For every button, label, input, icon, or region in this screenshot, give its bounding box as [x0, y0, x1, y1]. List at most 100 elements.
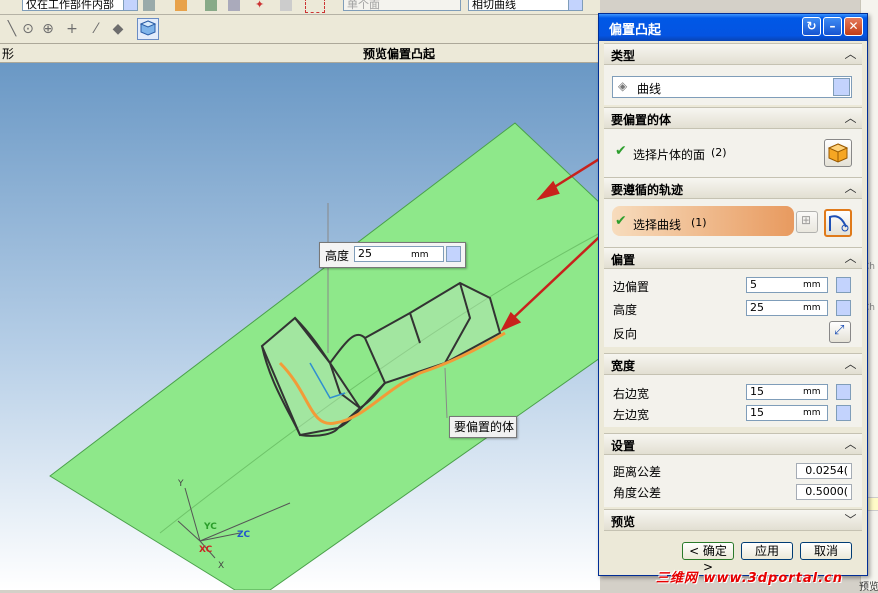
right-width-value: 15 — [750, 385, 764, 398]
center-point-icon[interactable]: ⊕ — [40, 21, 56, 37]
curve-select-icon — [829, 215, 849, 232]
section-preview[interactable]: 预览 ﹀ — [604, 509, 862, 531]
top-toolbar: 仅在工作部件内部 ✦ 单个面 相切曲线 — [0, 0, 600, 15]
close-icon[interactable]: ✕ — [844, 17, 863, 36]
height-unit: mm — [803, 303, 821, 313]
dialog-titlebar[interactable]: 偏置凸起 ↻ – ✕ — [599, 14, 867, 41]
section-path[interactable]: 要遵循的轨迹 ︿ — [604, 177, 862, 199]
height-input[interactable]: 25 mm — [746, 300, 828, 316]
reverse-direction-icon: ⤢ — [834, 323, 845, 338]
undo-icon[interactable] — [205, 0, 217, 11]
axis-y-label: Y — [177, 479, 184, 489]
curve-rule-button[interactable]: ⊞ — [796, 211, 818, 233]
minimize-icon[interactable]: – — [823, 17, 842, 36]
chevron-down-icon[interactable] — [123, 0, 137, 10]
left-width-unit: mm — [803, 408, 821, 418]
apply-button[interactable]: 应用 — [741, 542, 793, 560]
chevron-up-icon[interactable]: ︿ — [842, 356, 859, 372]
edge-offset-spinner[interactable] — [836, 277, 851, 293]
chevron-down-icon[interactable]: ﹀ — [842, 512, 859, 528]
chevron-up-icon[interactable]: ︿ — [842, 250, 859, 266]
dialog-title: 偏置凸起 — [609, 23, 662, 38]
curve-rule-combo[interactable]: 相切曲线 — [468, 0, 583, 11]
height-spinner[interactable] — [836, 300, 851, 316]
existing-point-icon[interactable]: + — [64, 21, 80, 37]
header-left-label: 形 — [2, 47, 15, 61]
cancel-button-label: 取消 — [813, 544, 838, 558]
on-face-icon[interactable]: ◆ — [110, 21, 126, 37]
strip-text-3: 预览 — [859, 582, 878, 593]
apply-button-label: 应用 — [754, 544, 779, 558]
height-value: 25 — [750, 301, 764, 314]
chevron-up-icon[interactable]: ︿ — [842, 180, 859, 196]
filter-icon[interactable] — [143, 0, 155, 11]
end-point-icon[interactable]: ╲ — [4, 21, 20, 37]
angle-tolerance-input[interactable]: 0.5000( — [796, 484, 852, 500]
section-path-title: 要遵循的轨迹 — [611, 183, 684, 197]
graphics-viewport[interactable]: Y YC ZC XC X 高度 25 mm 要偏置的体 — [0, 63, 600, 590]
select-sheet-face-label[interactable]: 选择片体的面 — [633, 146, 705, 163]
section-width-title: 宽度 — [611, 359, 636, 373]
axis-yc-label: YC — [203, 522, 217, 532]
select-curve-count: (1) — [691, 216, 707, 229]
distance-tolerance-value: 0.0254( — [805, 464, 848, 477]
orange-cube-icon — [827, 143, 849, 163]
edge-offset-input[interactable]: 5 mm — [746, 277, 828, 293]
select-sheet-face-count: (2) — [711, 146, 727, 159]
select-body-button[interactable] — [824, 139, 852, 167]
preview-title: 预览偏置凸起 — [363, 47, 436, 61]
point-icon[interactable]: ✦ — [255, 0, 267, 11]
selection-filter-value: 仅在工作部件内部 — [26, 0, 114, 11]
shaded-cube-icon[interactable] — [137, 18, 159, 40]
reverse-label: 反向 — [613, 327, 638, 341]
face-rule-combo[interactable]: 单个面 — [343, 0, 461, 11]
height-callout-spinner[interactable] — [446, 246, 461, 262]
distance-tolerance-input[interactable]: 0.0254( — [796, 463, 852, 479]
chevron-down-icon[interactable] — [568, 0, 582, 10]
selection-filter-combo[interactable]: 仅在工作部件内部 — [22, 0, 138, 11]
section-type[interactable]: 类型 ︿ — [604, 43, 862, 65]
cube-select-icon[interactable] — [228, 0, 240, 11]
edge-offset-label: 边偏置 — [613, 280, 650, 294]
chevron-down-icon[interactable] — [833, 78, 850, 96]
cancel-button[interactable]: 取消 — [800, 542, 852, 560]
height-callout-value: 25 — [358, 247, 372, 260]
reverse-direction-button[interactable]: ⤢ — [829, 321, 851, 343]
type-dropdown-value: 曲线 — [637, 82, 662, 96]
height-callout-unit: mm — [411, 250, 429, 260]
mid-point-icon[interactable]: ⊙ — [20, 21, 36, 37]
section-body[interactable]: 要偏置的体 ︿ — [604, 107, 862, 129]
section-settings[interactable]: 设置 ︿ — [604, 433, 862, 455]
left-width-input[interactable]: 15 mm — [746, 405, 828, 421]
section-offset[interactable]: 偏置 ︿ — [604, 247, 862, 269]
on-curve-icon[interactable]: ⁄ — [88, 21, 104, 37]
chevron-up-icon[interactable]: ︿ — [842, 46, 859, 62]
angle-tolerance-label: 角度公差 — [613, 486, 662, 500]
box-select-icon[interactable] — [305, 0, 325, 13]
select-curve-button[interactable] — [824, 209, 852, 237]
curve-rule-icon: ⊞ — [801, 213, 812, 227]
height-callout-label: 高度 — [325, 249, 350, 263]
axis-zc-label: ZC — [237, 530, 251, 540]
chevron-up-icon[interactable]: ︿ — [842, 436, 859, 452]
section-settings-title: 设置 — [611, 439, 636, 453]
type-dropdown[interactable]: ◈ 曲线 — [612, 76, 852, 98]
select-curve-label[interactable]: 选择曲线 — [633, 216, 681, 233]
reset-icon[interactable]: ↻ — [802, 17, 821, 36]
chevron-up-icon[interactable]: ︿ — [842, 110, 859, 126]
right-width-input[interactable]: 15 mm — [746, 384, 828, 400]
section-preview-title: 预览 — [611, 515, 636, 529]
ok-button[interactable]: < 确定 > — [682, 542, 734, 574]
curve-rule-value: 相切曲线 — [472, 0, 516, 11]
body-callout-label: 要偏置的体 — [454, 420, 515, 434]
left-width-spinner[interactable] — [836, 405, 851, 421]
section-body-title: 要偏置的体 — [611, 113, 672, 127]
arrow-icon[interactable] — [280, 0, 292, 11]
snap-icon[interactable] — [175, 0, 187, 11]
right-width-spinner[interactable] — [836, 384, 851, 400]
left-width-value: 15 — [750, 406, 764, 419]
check-icon: ✔ — [615, 143, 627, 159]
edge-offset-unit: mm — [803, 280, 821, 290]
section-width[interactable]: 宽度 ︿ — [604, 353, 862, 375]
height-callout-input[interactable]: 25 mm — [354, 246, 444, 262]
